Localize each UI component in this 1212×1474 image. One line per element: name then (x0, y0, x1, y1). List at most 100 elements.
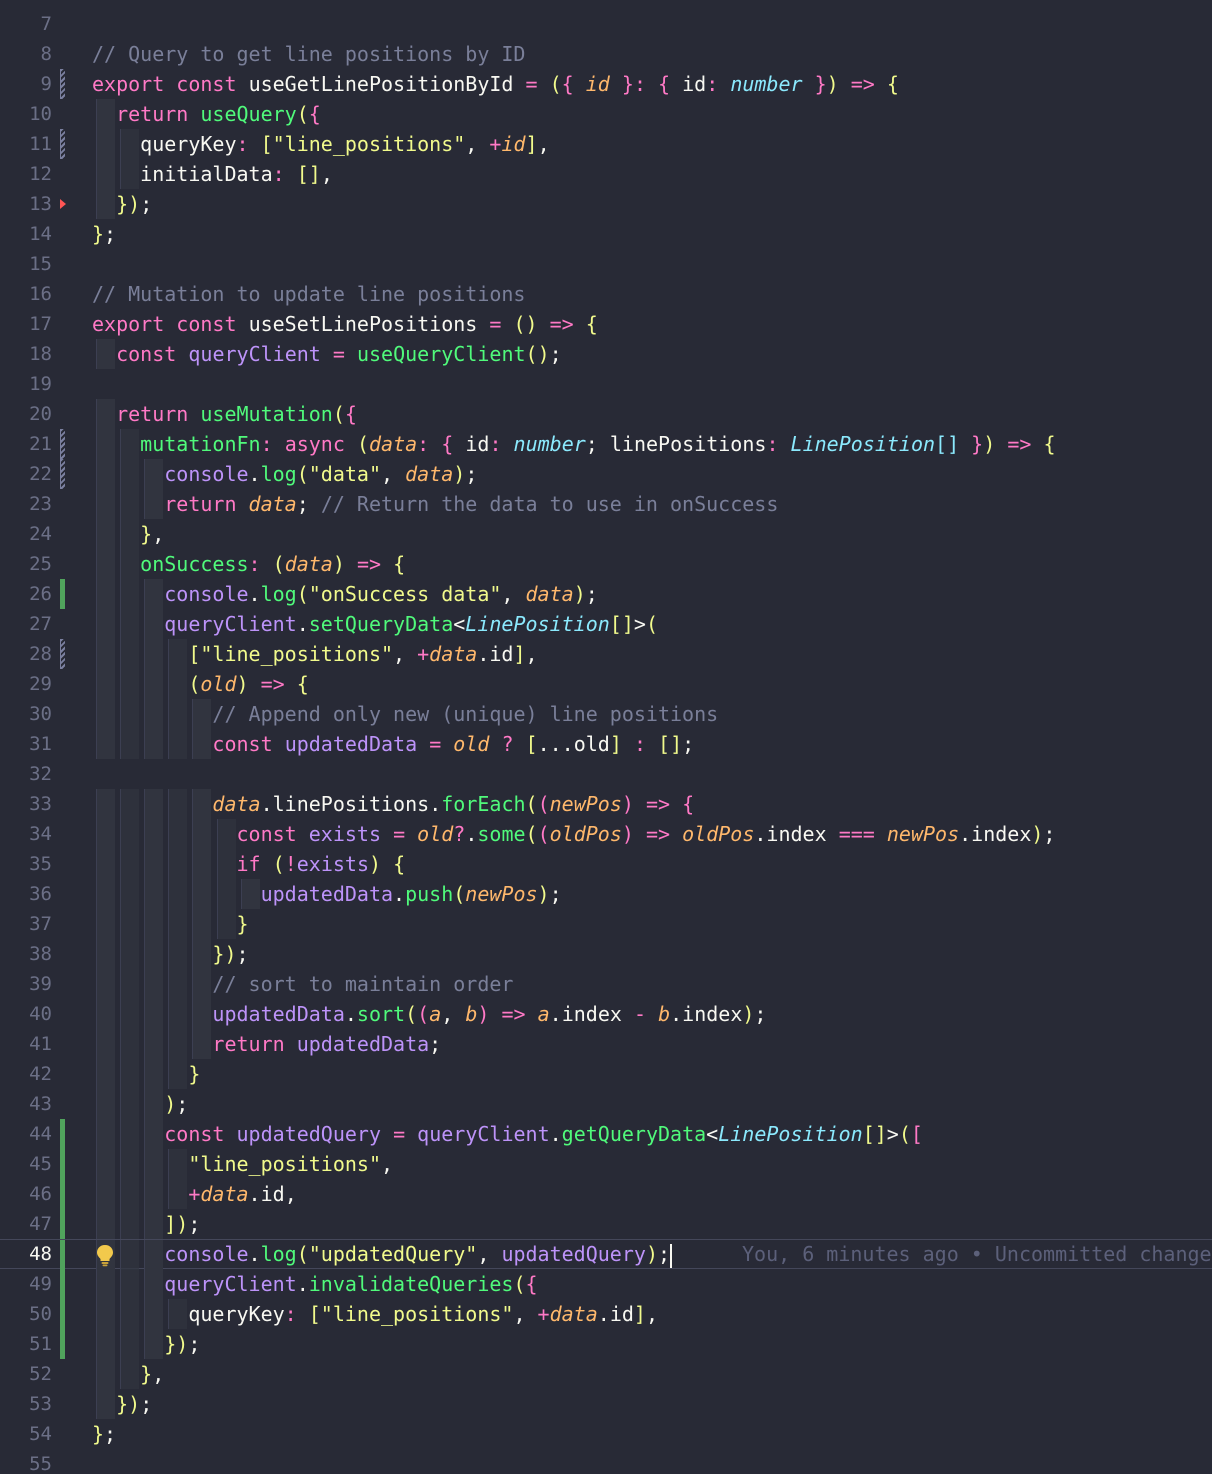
code-line[interactable]: 41 return updatedData; (0, 1029, 1212, 1059)
git-added-marker[interactable] (60, 1240, 65, 1270)
code-line[interactable]: 23 return data; // Return the data to us… (0, 489, 1212, 519)
line-number[interactable]: 54 (0, 1419, 52, 1449)
line-number[interactable]: 14 (0, 219, 52, 249)
line-number[interactable]: 11 (0, 129, 52, 159)
code-text[interactable]: ["line_positions", +data.id], (92, 639, 537, 669)
code-text[interactable]: const updatedData = old ? [...old] : []; (92, 729, 694, 759)
code-line[interactable]: 31 const updatedData = old ? [...old] : … (0, 729, 1212, 759)
line-number[interactable]: 41 (0, 1029, 52, 1059)
code-text[interactable]: } (92, 909, 249, 939)
line-number[interactable]: 43 (0, 1089, 52, 1119)
code-text[interactable]: return useQuery({ (92, 99, 321, 129)
code-line[interactable]: 42 } (0, 1059, 1212, 1089)
line-number[interactable]: 24 (0, 519, 52, 549)
code-text[interactable]: }); (92, 1329, 200, 1359)
git-added-marker[interactable] (60, 1149, 65, 1179)
line-number[interactable]: 25 (0, 549, 52, 579)
line-number[interactable]: 36 (0, 879, 52, 909)
line-number[interactable]: 10 (0, 99, 52, 129)
code-text[interactable]: const queryClient = useQueryClient(); (92, 339, 562, 369)
code-text[interactable]: queryKey: ["line_positions", +id], (92, 129, 549, 159)
code-text[interactable]: ); (92, 1089, 188, 1119)
code-text[interactable]: initialData: [], (92, 159, 333, 189)
code-line[interactable]: 43 ); (0, 1089, 1212, 1119)
code-text[interactable]: "line_positions", (92, 1149, 393, 1179)
line-number[interactable]: 21 (0, 429, 52, 459)
code-line[interactable]: 24 }, (0, 519, 1212, 549)
code-line[interactable]: 18 const queryClient = useQueryClient(); (0, 339, 1212, 369)
code-line[interactable]: 34 const exists = old?.some((oldPos) => … (0, 819, 1212, 849)
code-line[interactable]: 50 queryKey: ["line_positions", +data.id… (0, 1299, 1212, 1329)
line-number[interactable]: 19 (0, 369, 52, 399)
code-line[interactable]: 48 console.log("updatedQuery", updatedQu… (0, 1239, 1212, 1270)
line-number[interactable]: 30 (0, 699, 52, 729)
code-text[interactable]: }); (92, 939, 248, 969)
code-text[interactable]: data.linePositions.forEach((newPos) => { (92, 789, 694, 819)
line-number[interactable]: 9 (0, 69, 52, 99)
line-number[interactable]: 22 (0, 459, 52, 489)
code-line[interactable]: 17 export const useSetLinePositions = () … (0, 309, 1212, 339)
line-number[interactable]: 31 (0, 729, 52, 759)
line-number[interactable]: 38 (0, 939, 52, 969)
code-line[interactable]: 49 queryClient.invalidateQueries({ (0, 1269, 1212, 1299)
line-number[interactable]: 17 (0, 309, 52, 339)
line-number[interactable]: 16 (0, 279, 52, 309)
line-number[interactable]: 48 (0, 1240, 52, 1268)
code-line[interactable]: 29 (old) => { (0, 669, 1212, 699)
git-modified-marker[interactable] (60, 459, 65, 489)
git-added-marker[interactable] (60, 579, 65, 609)
code-text[interactable]: console.log("updatedQuery", updatedQuery… (92, 1240, 673, 1268)
code-line[interactable]: 28 ["line_positions", +data.id], (0, 639, 1212, 669)
code-text[interactable]: mutationFn: async (data: { id: number; l… (92, 429, 1055, 459)
code-line[interactable]: 30 // Append only new (unique) line posi… (0, 699, 1212, 729)
code-line[interactable]: 26 console.log("onSuccess data", data); (0, 579, 1212, 609)
code-text[interactable]: if (!exists) { (92, 849, 406, 879)
line-number[interactable]: 29 (0, 669, 52, 699)
code-line[interactable]: 51 }); (0, 1329, 1212, 1359)
git-modified-marker[interactable] (60, 429, 65, 459)
code-text[interactable]: // Append only new (unique) line positio… (92, 699, 718, 729)
line-number[interactable]: 50 (0, 1299, 52, 1329)
code-line[interactable]: 46 +data.id, (0, 1179, 1212, 1209)
line-number[interactable]: 32 (0, 759, 52, 789)
code-text[interactable]: queryKey: ["line_positions", +data.id], (92, 1299, 658, 1329)
line-number[interactable]: 13 (0, 189, 52, 219)
code-line[interactable]: 27 queryClient.setQueryData<LinePosition… (0, 609, 1212, 639)
line-number[interactable]: 55 (0, 1449, 52, 1474)
line-number[interactable]: 15 (0, 249, 52, 279)
code-text[interactable]: return data; // Return the data to use i… (92, 489, 778, 519)
line-number[interactable]: 46 (0, 1179, 52, 1209)
code-line[interactable]: 44 const updatedQuery = queryClient.getQ… (0, 1119, 1212, 1149)
code-text[interactable]: // Query to get line positions by ID (92, 39, 525, 69)
line-number[interactable]: 35 (0, 849, 52, 879)
line-number[interactable]: 40 (0, 999, 52, 1029)
code-line[interactable]: 45 "line_positions", (0, 1149, 1212, 1179)
code-line[interactable]: 8 // Query to get line positions by ID (0, 39, 1212, 69)
git-added-marker[interactable] (60, 1179, 65, 1209)
code-line[interactable]: 11 queryKey: ["line_positions", +id], (0, 129, 1212, 159)
code-text[interactable]: queryClient.invalidateQueries({ (92, 1269, 537, 1299)
line-number[interactable]: 45 (0, 1149, 52, 1179)
code-line[interactable]: 47 ]); (0, 1209, 1212, 1239)
code-text[interactable]: export const useSetLinePositions = () =>… (92, 309, 598, 339)
code-line[interactable]: 37 } (0, 909, 1212, 939)
code-line[interactable]: 14}; (0, 219, 1212, 249)
line-number[interactable]: 53 (0, 1389, 52, 1419)
code-line[interactable]: 39 // sort to maintain order (0, 969, 1212, 999)
code-line[interactable]: 40 updatedData.sort((a, b) => a.index - … (0, 999, 1212, 1029)
line-number[interactable]: 47 (0, 1209, 52, 1239)
code-line[interactable]: 35 if (!exists) { (0, 849, 1212, 879)
code-line[interactable]: 55 (0, 1449, 1212, 1474)
git-added-marker[interactable] (60, 1269, 65, 1299)
code-line[interactable]: 13 }); (0, 189, 1212, 219)
code-text[interactable]: console.log("data", data); (92, 459, 477, 489)
code-text[interactable]: console.log("onSuccess data", data); (92, 579, 598, 609)
code-text[interactable]: (old) => { (92, 669, 308, 699)
line-number[interactable]: 37 (0, 909, 52, 939)
code-text[interactable]: updatedData.push(newPos); (92, 879, 562, 909)
code-text[interactable]: +data.id, (92, 1179, 296, 1209)
code-line[interactable]: 7 (0, 9, 1212, 39)
line-number[interactable]: 51 (0, 1329, 52, 1359)
code-line[interactable]: 9 export const useGetLinePositionById = (… (0, 69, 1212, 99)
code-text[interactable]: const exists = old?.some((oldPos) => old… (92, 819, 1056, 849)
